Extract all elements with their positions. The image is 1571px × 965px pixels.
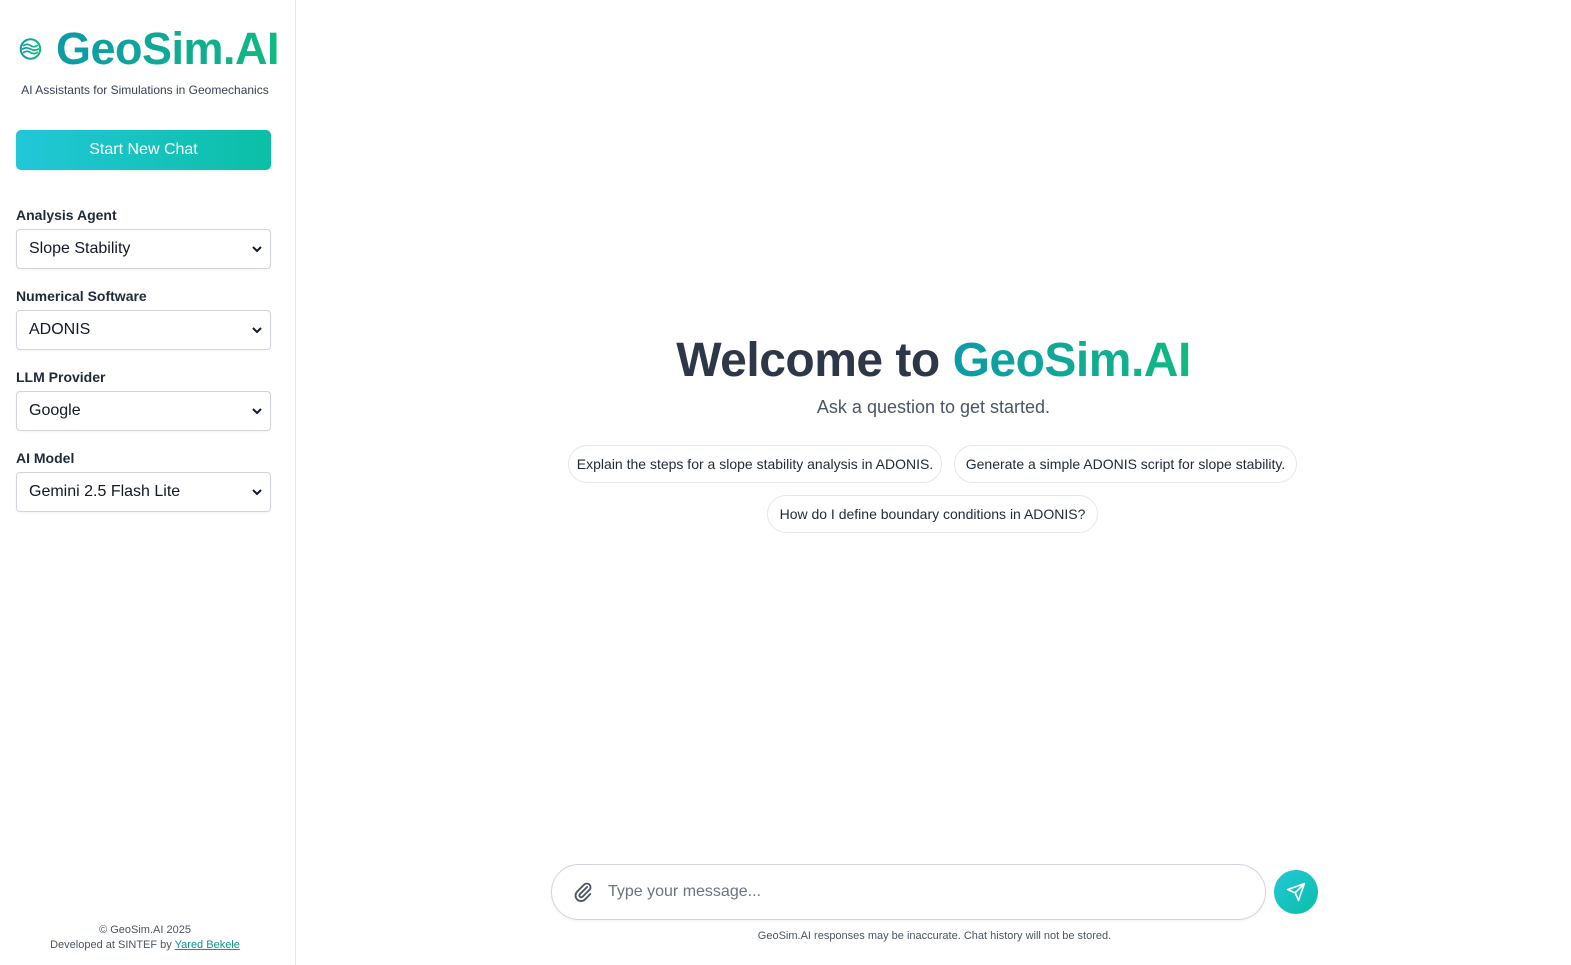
app-root: GeoSim.AI AI Assistants for Simulations … [0, 0, 1571, 965]
author-link[interactable]: Yared Bekele [175, 939, 240, 951]
welcome-subtitle: Ask a question to get started. [816, 397, 1051, 417]
waves-circle-icon [19, 37, 42, 60]
sidebar: GeoSim.AI AI Assistants for Simulations … [0, 0, 296, 965]
llm-provider-value: Google [29, 402, 81, 419]
llm-provider-field: LLM Provider Google [16, 369, 271, 431]
developed-by: Developed at SINTEF by Yared Bekele [0, 938, 290, 953]
welcome-accent: GeoSim.AI [952, 334, 1192, 387]
llm-provider-select[interactable]: Google [16, 391, 271, 431]
ai-model-label: AI Model [16, 450, 75, 466]
analysis-agent-label: Analysis Agent [16, 207, 117, 223]
chevron-down-icon [252, 489, 262, 496]
ai-model-value: Gemini 2.5 Flash Lite [29, 483, 181, 500]
suggestion-chip[interactable]: How do I define boundary conditions in A… [767, 495, 1098, 533]
message-composer [551, 864, 1266, 920]
start-new-chat-button[interactable]: Start New Chat [16, 130, 271, 170]
ai-model-select[interactable]: Gemini 2.5 Flash Lite [16, 472, 271, 512]
analysis-agent-field: Analysis Agent Slope Stability [16, 207, 271, 269]
brand-name: GeoSim.AI [55, 23, 280, 74]
sidebar-footer: © GeoSim.AI 2025 Developed at SINTEF by … [0, 923, 290, 953]
ai-model-field: AI Model Gemini 2.5 Flash Lite [16, 450, 271, 512]
welcome-prefix: Welcome to [676, 334, 953, 387]
chevron-down-icon [252, 327, 262, 334]
numerical-software-value: ADONIS [29, 321, 91, 338]
chat-main: Welcome to GeoSim.AI Ask a question to g… [296, 0, 1571, 965]
send-button[interactable] [1274, 870, 1318, 914]
send-icon [1286, 882, 1306, 902]
llm-provider-label: LLM Provider [16, 369, 106, 385]
disclaimer-text: GeoSim.AI responses may be inaccurate. C… [757, 930, 1112, 942]
welcome-heading: Welcome to GeoSim.AI [296, 333, 1571, 388]
brand: GeoSim.AI [16, 0, 280, 95]
analysis-agent-select[interactable]: Slope Stability [16, 229, 271, 269]
chevron-down-icon [252, 246, 262, 253]
suggestion-chip[interactable]: Explain the steps for a slope stability … [568, 445, 942, 483]
numerical-software-label: Numerical Software [16, 288, 147, 304]
copyright-text: © GeoSim.AI 2025 [99, 924, 191, 936]
numerical-software-field: Numerical Software ADONIS [16, 288, 271, 350]
numerical-software-select[interactable]: ADONIS [16, 310, 271, 350]
chevron-down-icon [252, 408, 262, 415]
brand-subtitle: AI Assistants for Simulations in Geomech… [21, 83, 269, 97]
developed-prefix: Developed at SINTEF by [50, 939, 175, 951]
suggestion-chip[interactable]: Generate a simple ADONIS script for slop… [954, 445, 1297, 483]
analysis-agent-value: Slope Stability [29, 240, 131, 257]
message-input[interactable] [608, 883, 1265, 901]
paperclip-icon[interactable] [572, 881, 594, 903]
